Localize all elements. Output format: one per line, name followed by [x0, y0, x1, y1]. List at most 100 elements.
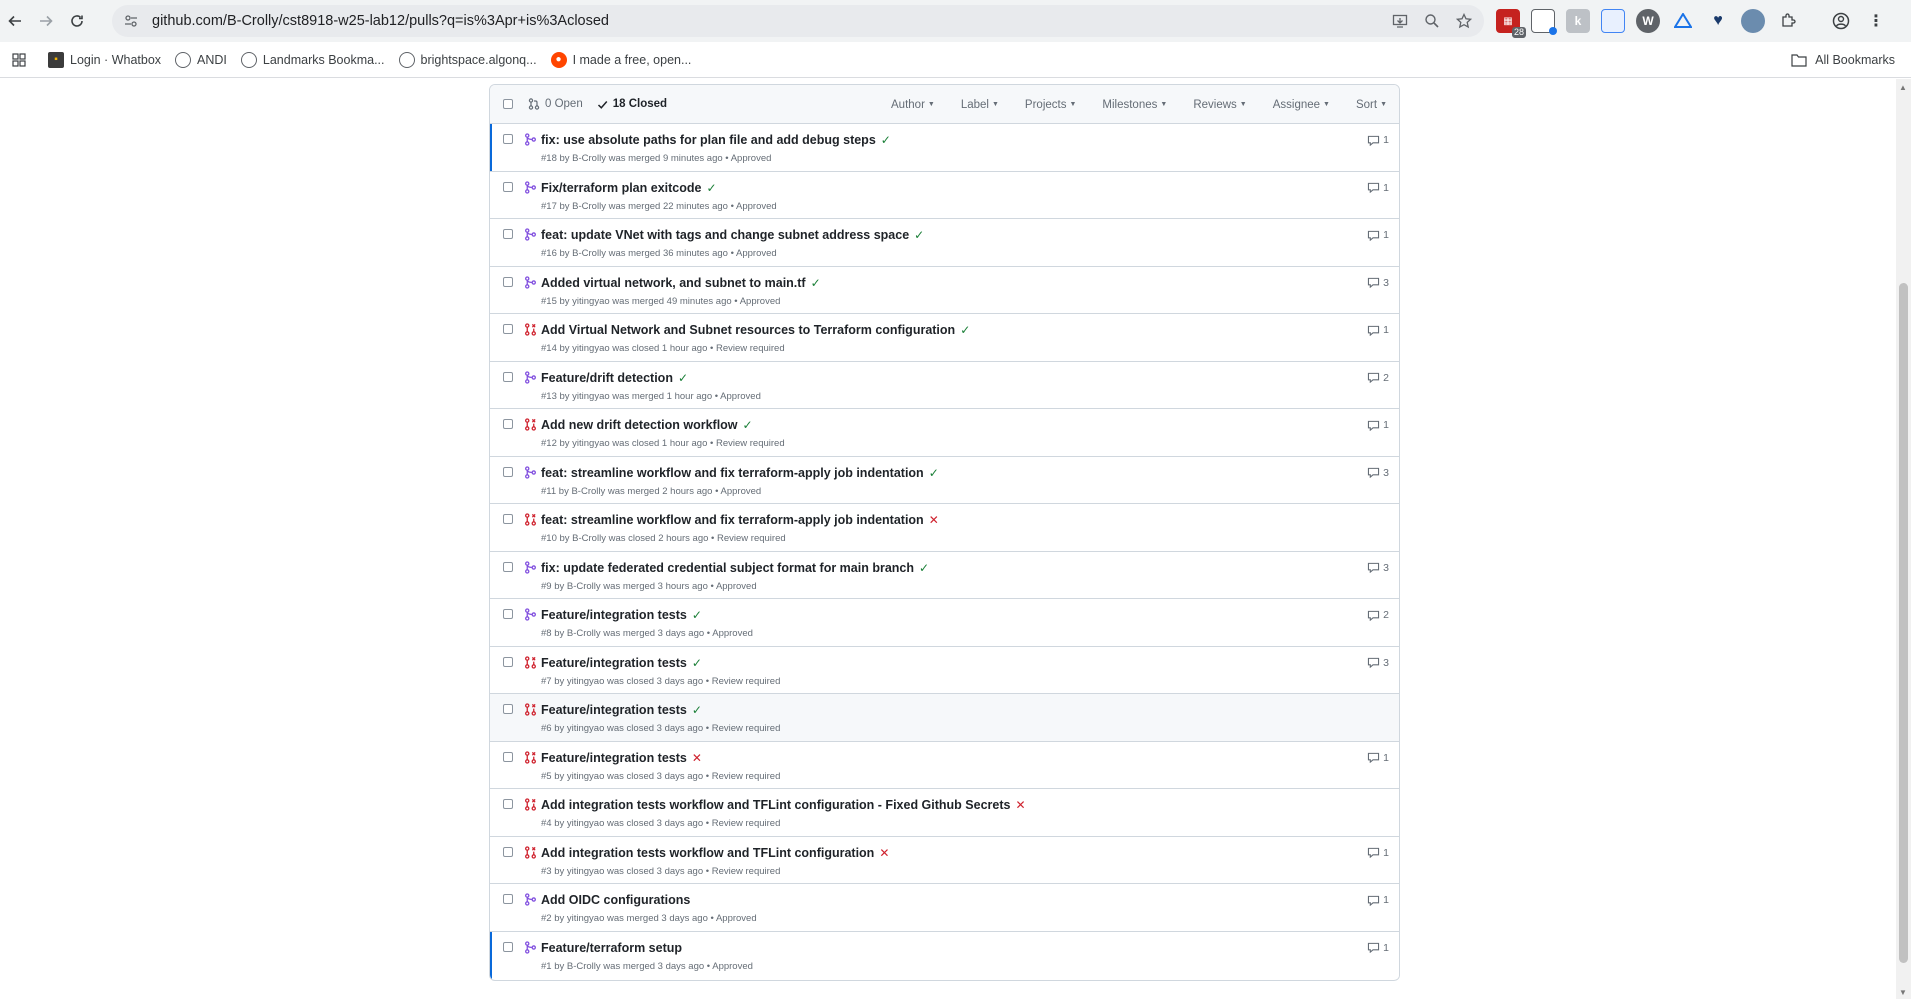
pr-title-link[interactable]: Feature/integration tests ✕: [541, 751, 702, 765]
pr-title-link[interactable]: feat: streamline workflow and fix terraf…: [541, 513, 939, 527]
all-bookmarks-button[interactable]: All Bookmarks: [1791, 42, 1895, 78]
comment-count[interactable]: 1: [1367, 847, 1389, 859]
comment-count[interactable]: 3: [1367, 562, 1389, 574]
comment-count[interactable]: 3: [1367, 657, 1389, 669]
wordpress-extension-icon[interactable]: W: [1636, 9, 1660, 33]
pr-title-link[interactable]: Feature/integration tests ✓: [541, 703, 702, 717]
url-text[interactable]: github.com/B-Crolly/cst8918-w25-lab12/pu…: [152, 13, 609, 29]
pr-title-link[interactable]: Feature/drift detection ✓: [541, 371, 688, 385]
comment-count[interactable]: 1: [1367, 134, 1389, 146]
bookmark-brightspace[interactable]: brightspace.algonq...: [398, 51, 537, 68]
pr-row[interactable]: Feature/integration tests ✕ #5 by yitingya…: [490, 741, 1399, 789]
pr-row[interactable]: feat: streamline workflow and fix terraf…: [490, 456, 1399, 504]
check-passed-icon[interactable]: ✓: [692, 703, 702, 717]
check-passed-icon[interactable]: ✓: [692, 608, 702, 622]
reviews-filter[interactable]: Reviews ▼: [1193, 99, 1246, 111]
pr-title-link[interactable]: Feature/integration tests ✓: [541, 656, 702, 670]
pr-checkbox[interactable]: [503, 894, 513, 904]
pr-row[interactable]: Add OIDC configurations #2 by yitingyao w…: [490, 884, 1399, 932]
pr-row[interactable]: fix: use absolute paths for plan file an…: [490, 124, 1399, 172]
check-passed-icon[interactable]: ✓: [678, 371, 688, 385]
pr-row[interactable]: feat: update VNet with tags and change s…: [490, 219, 1399, 267]
scroll-up-icon[interactable]: ▲: [1899, 83, 1907, 92]
pr-checkbox[interactable]: [503, 704, 513, 714]
pr-checkbox[interactable]: [503, 514, 513, 524]
check-passed-icon[interactable]: ✓: [743, 418, 753, 432]
pr-row[interactable]: Add integration tests workflow and TFLin…: [490, 789, 1399, 837]
comment-count[interactable]: 1: [1367, 182, 1389, 194]
bookmark-landmarks[interactable]: Landmarks Bookma...: [240, 51, 385, 68]
pr-title-link[interactable]: Added virtual network, and subnet to mai…: [541, 276, 821, 290]
pr-checkbox[interactable]: [503, 181, 513, 192]
pr-row[interactable]: Add integration tests workflow and TFLin…: [490, 836, 1399, 884]
check-failed-icon[interactable]: ✕: [692, 751, 702, 765]
check-passed-icon[interactable]: ✓: [811, 276, 821, 290]
comment-count[interactable]: 1: [1367, 752, 1389, 764]
pr-row[interactable]: fix: update federated credential subject…: [490, 551, 1399, 599]
comment-count[interactable]: 1: [1367, 894, 1389, 906]
pr-title-link[interactable]: fix: use absolute paths for plan file an…: [541, 133, 891, 147]
pr-title-link[interactable]: Add integration tests workflow and TFLin…: [541, 798, 1026, 812]
pr-checkbox[interactable]: [503, 371, 513, 382]
sort-filter[interactable]: Sort ▼: [1356, 99, 1387, 111]
check-failed-icon[interactable]: ✕: [1015, 798, 1025, 812]
bookmark-whatbox[interactable]: ▪ Login · Whatbox: [48, 51, 161, 68]
pr-checkbox[interactable]: [503, 229, 513, 239]
scroll-down-icon[interactable]: ▼: [1899, 988, 1907, 997]
select-all-checkbox[interactable]: [503, 99, 513, 109]
pr-row[interactable]: Feature/integration tests ✓ #8 by B-Crolly…: [490, 599, 1399, 647]
document-extension-icon[interactable]: [1601, 9, 1625, 33]
comment-count[interactable]: 3: [1367, 467, 1389, 479]
check-passed-icon[interactable]: ✓: [706, 181, 716, 195]
projects-filter[interactable]: Projects ▼: [1025, 99, 1076, 111]
avatar-extension-icon[interactable]: [1741, 9, 1765, 33]
grey-extension-icon[interactable]: k: [1566, 9, 1590, 33]
comment-count[interactable]: 2: [1367, 609, 1389, 621]
author-filter[interactable]: Author ▼: [891, 99, 935, 111]
check-passed-icon[interactable]: ✓: [914, 228, 924, 242]
closed-filter-tab[interactable]: 18 Closed: [597, 98, 667, 110]
pr-row[interactable]: Feature/terraform setup #1 by B-Crolly wa…: [490, 931, 1399, 979]
site-info-icon[interactable]: [120, 10, 142, 32]
comment-count[interactable]: 1: [1367, 324, 1389, 336]
pr-checkbox[interactable]: [503, 324, 513, 334]
pr-checkbox[interactable]: [503, 846, 513, 857]
pr-row[interactable]: Fix/terraform plan exitcode ✓ #17 by B-Cro…: [490, 171, 1399, 219]
pr-row[interactable]: Feature/integration tests ✓ #7 by yitingya…: [490, 646, 1399, 694]
open-filter-tab[interactable]: 0 Open: [528, 98, 583, 110]
page-scrollbar[interactable]: ▲ ▼: [1896, 79, 1911, 999]
check-passed-icon[interactable]: ✓: [692, 656, 702, 670]
scrollbar-thumb[interactable]: [1899, 283, 1908, 963]
pr-row[interactable]: Add Virtual Network and Subnet resources…: [490, 314, 1399, 362]
pr-checkbox[interactable]: [503, 561, 513, 572]
pr-checkbox[interactable]: [503, 799, 513, 809]
pr-checkbox[interactable]: [503, 609, 513, 619]
calendar-extension-icon[interactable]: ▦ 28: [1496, 9, 1526, 38]
pr-title-link[interactable]: feat: streamline workflow and fix terraf…: [541, 466, 939, 480]
label-filter[interactable]: Label ▼: [961, 99, 999, 111]
pr-title-link[interactable]: feat: update VNet with tags and change s…: [541, 228, 924, 242]
pr-title-link[interactable]: Feature/terraform setup: [541, 941, 682, 955]
check-passed-icon[interactable]: ✓: [960, 323, 970, 337]
pr-checkbox[interactable]: [503, 941, 513, 952]
check-passed-icon[interactable]: ✓: [929, 466, 939, 480]
pr-checkbox[interactable]: [503, 751, 513, 762]
pr-row[interactable]: Feature/drift detection ✓ #13 by yitingyao…: [490, 361, 1399, 409]
menu-kebab-icon[interactable]: ⋮: [1864, 9, 1888, 33]
check-passed-icon[interactable]: ✓: [919, 561, 929, 575]
zoom-icon[interactable]: [1422, 11, 1442, 31]
assignee-filter[interactable]: Assignee ▼: [1273, 99, 1330, 111]
pr-title-link[interactable]: Add new drift detection workflow ✓: [541, 418, 753, 432]
reload-button[interactable]: [64, 8, 90, 34]
apps-grid-icon[interactable]: [12, 52, 26, 67]
pr-title-link[interactable]: Feature/integration tests ✓: [541, 608, 702, 622]
pr-title-link[interactable]: fix: update federated credential subject…: [541, 561, 929, 575]
heart-shield-extension-icon[interactable]: ♥: [1706, 9, 1730, 33]
check-failed-icon[interactable]: ✕: [879, 846, 889, 860]
comment-count[interactable]: 1: [1367, 942, 1389, 954]
pr-row[interactable]: Added virtual network, and subnet to mai…: [490, 266, 1399, 314]
check-failed-icon[interactable]: ✕: [929, 513, 939, 527]
pr-checkbox[interactable]: [503, 466, 513, 477]
pr-checkbox[interactable]: [503, 276, 513, 287]
pr-title-link[interactable]: Add integration tests workflow and TFLin…: [541, 846, 889, 860]
